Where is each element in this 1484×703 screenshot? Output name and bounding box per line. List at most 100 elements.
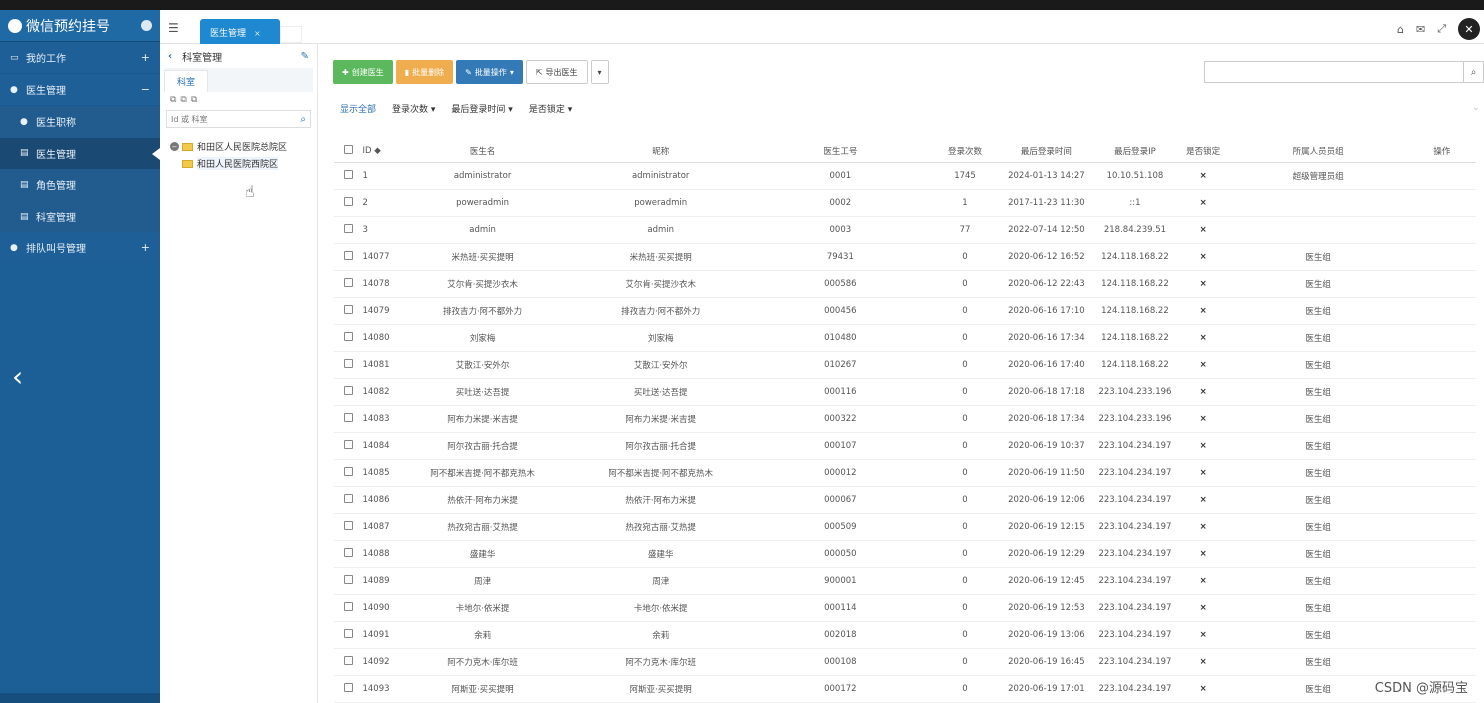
row-checkbox[interactable] [343,466,353,476]
tree-node[interactable]: 和田人民医院西院区 [170,155,317,172]
tab-doctor-management[interactable]: 医生管理 × [200,19,280,44]
row-checkbox[interactable] [343,628,353,638]
collapse-toggle-icon[interactable]: − [170,142,179,151]
column-header-locked[interactable]: 是否锁定 [1177,140,1229,163]
cell-actions[interactable] [1407,432,1476,460]
cell-actions[interactable] [1407,648,1476,676]
row-checkbox[interactable] [343,358,353,368]
column-header-group[interactable]: 所属人员员组 [1228,140,1408,163]
table-row[interactable]: 14090 卡地尔·依米提 卡地尔·依米提 000114 0 2020-06-19 12:… [334,594,1476,622]
cell-actions[interactable] [1407,351,1476,379]
export-options-dropdown[interactable]: ▾ [590,60,609,84]
row-checkbox[interactable] [343,196,353,206]
table-row[interactable]: 14085 阿不都米吉提·阿不都克热木 阿不都米吉提·阿不都克热木 000012 0 20… [334,459,1476,487]
row-checkbox[interactable] [343,385,353,395]
column-header-nickname[interactable]: 昵称 [570,140,752,163]
table-row[interactable]: 14091 余莉 余莉 002018 0 2020-06-19 13:06 223.104.… [334,621,1476,649]
tree-tools[interactable]: ⧉⧉⧉ [160,92,317,108]
export-doctors-button[interactable]: ⇱ 导出医生 [525,60,588,84]
column-header-last-login-ip[interactable]: 最后登录IP [1092,140,1178,163]
table-row[interactable]: 3 admin admin 0003 77 2022-07-14 12:50 218.84.… [334,216,1476,244]
cell-actions[interactable] [1407,405,1476,433]
tree-node[interactable]: − 和田区人民医院总院区 [170,138,317,155]
table-row[interactable]: 14082 买吐送·达吾提 买吐送·达吾提 000116 0 2020-06-18 17:… [334,378,1476,406]
search-icon[interactable]: ⌕ [300,114,306,125]
table-row[interactable]: 14087 热孜宛古丽·艾热提 热孜宛古丽·艾热提 000509 0 2020-06-19… [334,513,1476,541]
home-icon[interactable]: ⌂ [1397,23,1404,36]
row-checkbox[interactable] [343,304,353,314]
cell-actions[interactable] [1407,513,1476,541]
table-row[interactable]: 14080 刘家梅 刘家梅 010480 0 2020-06-16 17:34 124.11… [334,324,1476,352]
filter-show-all[interactable]: 显示全部 [340,102,376,115]
cell-actions[interactable] [1407,378,1476,406]
table-row[interactable]: 14083 阿布力米提·米吉提 阿布力米提·米吉提 000322 0 2020-06-18… [334,405,1476,433]
cell-actions[interactable] [1407,162,1476,190]
chevron-down-icon[interactable]: ⌄ [1472,102,1480,113]
row-checkbox[interactable] [343,655,353,665]
table-row[interactable]: 14093 阿斯亚·买买提明 阿斯亚·买买提明 000172 0 2020-06-19 1… [334,675,1476,703]
table-row[interactable]: 14089 周津 周津 900001 0 2020-06-19 12:45 223.104.… [334,567,1476,595]
row-checkbox[interactable] [343,547,353,557]
cell-actions[interactable] [1407,243,1476,271]
row-checkbox[interactable] [343,169,353,179]
pin-icon[interactable]: ✎ [301,51,309,62]
table-row[interactable]: 14077 米热班·买买提明 米热班·买买提明 79431 0 2020-06-12 16… [334,243,1476,271]
row-checkbox[interactable] [343,439,353,449]
row-checkbox[interactable] [343,520,353,530]
tab-department[interactable]: 科室 [164,70,209,92]
menu-toggle-icon[interactable]: ☰ [168,21,179,35]
row-checkbox[interactable] [343,493,353,503]
sidebar-item-doctor-management[interactable]: ● 医生管理 − [0,74,160,106]
create-doctor-button[interactable]: ✚ 创建医生 [333,60,393,84]
close-icon[interactable]: × [254,29,261,38]
table-row[interactable]: 14079 排孜吉力·阿不都外力 排孜吉力·阿不都外力 000456 0 2020-06-… [334,297,1476,325]
chevron-left-icon[interactable]: ‹ [168,51,172,62]
column-header-employee-id[interactable]: 医生工号 [751,140,930,163]
search-input[interactable] [1204,61,1464,83]
batch-delete-button[interactable]: ▮ 批量删除 [395,60,454,84]
cell-actions[interactable] [1407,459,1476,487]
cell-actions[interactable] [1407,216,1476,244]
filter-locked[interactable]: 是否锁定 ▾ [529,102,572,115]
filter-last-login-time[interactable]: 最后登录时间 ▾ [451,102,512,115]
row-checkbox[interactable] [343,250,353,260]
row-checkbox[interactable] [343,682,353,692]
table-row[interactable]: 14092 阿不力克木·库尔班 阿不力克木·库尔班 000108 0 2020-06-19… [334,648,1476,676]
row-checkbox[interactable] [343,412,353,422]
close-circle-icon[interactable]: ✕ [1458,18,1480,40]
column-header-last-login-time[interactable]: 最后登录时间 [1000,140,1093,163]
cell-actions[interactable] [1407,486,1476,514]
filter-login-count[interactable]: 登录次数 ▾ [392,102,435,115]
row-checkbox[interactable] [343,277,353,287]
sidebar-item-department-management[interactable]: ▤ 科室管理 [0,200,160,233]
tree-search-input[interactable] [171,114,291,124]
row-checkbox[interactable] [343,574,353,584]
table-row[interactable]: 14088 盛建华 盛建华 000050 0 2020-06-19 12:29 223.10… [334,540,1476,568]
column-header-name[interactable]: 医生名 [395,140,571,163]
column-header-id[interactable]: ID ◆ [362,140,396,163]
cell-actions[interactable] [1407,324,1476,352]
cell-actions[interactable] [1407,189,1476,217]
cell-actions[interactable] [1407,621,1476,649]
circle-chevron-icon[interactable] [141,20,152,31]
batch-operations-button[interactable]: ✎ 批量操作 ▾ [456,60,523,84]
cell-actions[interactable] [1407,567,1476,595]
cell-actions[interactable] [1407,297,1476,325]
app-brand[interactable]: 微信预约挂号 [0,10,160,42]
sidebar-item-doctor-title[interactable]: ● 医生职称 [0,106,160,138]
table-row[interactable]: 14081 艾散江·安外尔 艾散江·安外尔 010267 0 2020-06-16 17:… [334,351,1476,379]
sidebar-item-my-work[interactable]: ▭ 我的工作 + [0,42,160,74]
select-all-checkbox[interactable] [343,144,353,154]
table-row[interactable]: 14086 热依汗·阿布力米提 热依汗·阿布力米提 000067 0 2020-06-19… [334,486,1476,514]
table-row[interactable]: 2 poweradmin poweradmin 0002 1 2017-11-23 11:… [334,189,1476,217]
back-arrow-icon[interactable]: ‹ [12,360,23,393]
sidebar-item-doctor-management-sub[interactable]: ▤ 医生管理 [0,137,160,170]
search-button[interactable]: ⌕ [1464,61,1484,83]
table-row[interactable]: 14078 艾尔肯·买提沙衣木 艾尔肯·买提沙衣木 000586 0 2020-06-12… [334,270,1476,298]
comments-icon[interactable]: ✉ [1416,23,1425,36]
row-checkbox[interactable] [343,601,353,611]
row-checkbox[interactable] [343,331,353,341]
row-checkbox[interactable] [343,223,353,233]
expand-icon[interactable]: ⤢ [1437,22,1446,36]
cell-actions[interactable] [1407,540,1476,568]
